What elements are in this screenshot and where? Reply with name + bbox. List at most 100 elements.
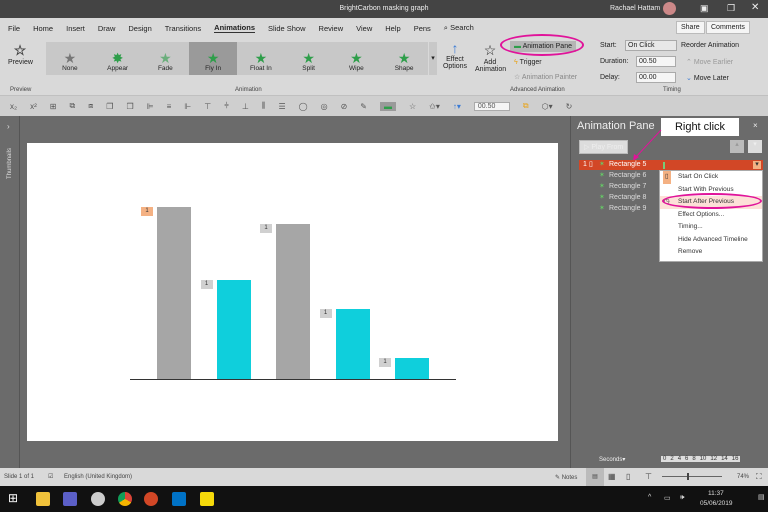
normal-view-icon[interactable]: ▤ bbox=[586, 468, 604, 486]
anim-split[interactable]: ★ Split bbox=[285, 42, 333, 75]
repeat-icon[interactable]: ↻ bbox=[566, 102, 573, 111]
anim-float-in[interactable]: ★ Float In bbox=[237, 42, 285, 75]
timeline-ruler[interactable]: 0 2 4 6 8 10 12 14 16 bbox=[661, 456, 741, 462]
anim-fly-in[interactable]: ★ Fly In bbox=[189, 42, 237, 75]
chart-bar[interactable] bbox=[216, 280, 251, 379]
teams-icon[interactable] bbox=[63, 492, 77, 506]
clock-date[interactable]: 05/06/2019 bbox=[700, 500, 733, 507]
notifications-icon[interactable]: ▤ bbox=[758, 493, 765, 501]
clock-time[interactable]: 11:37 bbox=[708, 490, 724, 497]
edit-points-icon[interactable]: ✎ bbox=[360, 102, 367, 111]
tab-draw[interactable]: Draw bbox=[98, 24, 116, 33]
duration-quick-input[interactable]: 00.50 bbox=[473, 101, 510, 111]
align-top-icon[interactable]: ⊤ bbox=[204, 102, 211, 111]
align-right-icon[interactable]: ⊩ bbox=[184, 102, 191, 111]
close-icon[interactable]: ✕ bbox=[751, 2, 759, 13]
move-up-button[interactable]: ▴ bbox=[730, 140, 744, 153]
shape-combine-icon[interactable]: ◎ bbox=[321, 102, 328, 111]
duration-input[interactable]: 00.50 bbox=[636, 56, 676, 67]
tab-transitions[interactable]: Transitions bbox=[165, 24, 201, 33]
anim-none[interactable]: ★ None bbox=[46, 42, 94, 75]
menu-hide-advanced-timeline[interactable]: Hide Advanced Timeline bbox=[660, 234, 762, 247]
move-earlier-button[interactable]: ⌃ Move Earlier bbox=[686, 58, 733, 66]
animation-tag[interactable]: 1 bbox=[200, 280, 213, 289]
superscript-icon[interactable]: x² bbox=[30, 102, 37, 111]
distribute-v-icon[interactable]: ☰ bbox=[278, 102, 285, 111]
align-left-icon[interactable]: ⊫ bbox=[147, 102, 154, 111]
animation-tag[interactable]: 1 bbox=[319, 309, 332, 318]
tab-help[interactable]: Help bbox=[385, 24, 400, 33]
zoom-slider-thumb[interactable] bbox=[687, 473, 689, 480]
delay-input[interactable]: 00.00 bbox=[636, 72, 676, 83]
tab-insert[interactable]: Insert bbox=[66, 24, 85, 33]
restore-icon[interactable]: ❐ bbox=[727, 3, 735, 14]
send-backward-icon[interactable]: ❒ bbox=[126, 102, 133, 111]
menu-timing[interactable]: Timing... bbox=[660, 221, 762, 234]
anim-fade[interactable]: ★ Fade bbox=[142, 42, 190, 75]
animation-tag[interactable]: 1 bbox=[141, 207, 153, 216]
arrow-up-icon[interactable]: ↑▾ bbox=[453, 102, 461, 111]
tab-pens[interactable]: Pens bbox=[414, 24, 431, 33]
tray-chevron-icon[interactable]: ^ bbox=[648, 494, 651, 501]
play-from-button[interactable]: ▷ Play From bbox=[579, 140, 629, 154]
align-middle-icon[interactable]: ⫩ bbox=[224, 101, 229, 111]
slide-canvas[interactable]: 1 1 1 1 1 bbox=[27, 143, 558, 441]
move-later-button[interactable]: ⌄ Move Later bbox=[686, 74, 729, 82]
seconds-dropdown[interactable]: Seconds▾ bbox=[599, 456, 625, 463]
expand-chevron-icon[interactable]: › bbox=[7, 122, 10, 131]
zoom-slider[interactable] bbox=[662, 476, 722, 477]
thumbnails-label[interactable]: Thumbnails bbox=[7, 135, 13, 179]
slide-sorter-icon[interactable]: ▦ bbox=[608, 472, 616, 481]
preview-button[interactable]: ☆ Preview bbox=[8, 42, 33, 66]
spellcheck-icon[interactable]: ☑ bbox=[48, 473, 53, 480]
tab-view[interactable]: View bbox=[356, 24, 372, 33]
align-center-icon[interactable]: ≡ bbox=[167, 102, 172, 111]
comments-button[interactable]: Comments bbox=[706, 21, 750, 34]
subscript-icon[interactable]: x₂ bbox=[10, 102, 17, 111]
gallery-more-button[interactable]: ▾ bbox=[429, 42, 437, 75]
item-dropdown-button[interactable]: ▾ bbox=[753, 161, 761, 169]
shape-union-icon[interactable]: ◯ bbox=[299, 102, 308, 111]
powerpoint-icon[interactable] bbox=[144, 492, 158, 506]
network-icon[interactable]: ▭ bbox=[664, 494, 671, 502]
menu-start-on-click[interactable]: ▯ Start On Click bbox=[660, 171, 762, 184]
animation-tag[interactable]: 1 bbox=[379, 358, 391, 367]
ribbon-display-icon[interactable]: ▣ bbox=[700, 3, 709, 14]
sticky-notes-icon[interactable] bbox=[200, 492, 214, 506]
tab-review[interactable]: Review bbox=[319, 24, 344, 33]
tab-animations[interactable]: Animations bbox=[214, 23, 255, 33]
chart-bar[interactable] bbox=[335, 309, 370, 379]
language[interactable]: English (United Kingdom) bbox=[64, 474, 132, 480]
menu-remove[interactable]: Remove bbox=[660, 246, 762, 259]
reading-view-icon[interactable]: ▯ bbox=[626, 472, 630, 481]
app-icon[interactable] bbox=[91, 492, 105, 506]
distribute-icon[interactable]: ⫼ bbox=[262, 101, 266, 111]
animation-pane-icon[interactable]: ▬ bbox=[379, 101, 396, 111]
align-bottom-icon[interactable]: ⊥ bbox=[242, 102, 249, 111]
volume-icon[interactable]: 🕪 bbox=[680, 494, 684, 502]
notes-button[interactable]: ✎ Notes bbox=[555, 474, 577, 481]
tab-slide-show[interactable]: Slide Show bbox=[268, 24, 306, 33]
avatar[interactable] bbox=[663, 2, 676, 15]
chrome-icon[interactable] bbox=[118, 492, 132, 506]
move-down-button[interactable]: ▾ bbox=[748, 140, 762, 153]
anim-shape[interactable]: ★ Shape bbox=[380, 42, 428, 75]
chart-bar[interactable] bbox=[276, 224, 310, 379]
zoom-level[interactable]: 74% bbox=[737, 474, 749, 480]
user-name[interactable]: Rachael Hattam bbox=[610, 5, 660, 12]
shape-icon[interactable]: ⬡▾ bbox=[542, 102, 553, 111]
tab-design[interactable]: Design bbox=[128, 24, 151, 33]
share-button[interactable]: Share bbox=[676, 21, 705, 34]
anim-appear[interactable]: ✸ Appear bbox=[94, 42, 142, 75]
group-icon[interactable]: ⧉ bbox=[69, 101, 75, 111]
tab-home[interactable]: Home bbox=[33, 24, 53, 33]
add-animation-icon[interactable]: ✩▾ bbox=[429, 102, 440, 111]
outlook-icon[interactable] bbox=[172, 492, 186, 506]
animation-painter-button[interactable]: ☆ Animation Painter bbox=[514, 73, 577, 81]
trigger-icon[interactable]: ⧉ bbox=[523, 101, 529, 111]
bring-forward-icon[interactable]: ❐ bbox=[106, 102, 113, 111]
start-select[interactable]: On Click bbox=[625, 40, 677, 51]
search-box[interactable]: ⌕ Search bbox=[444, 23, 474, 33]
ungroup-icon[interactable]: ⧈ bbox=[88, 101, 93, 111]
trigger-button[interactable]: ϟ Trigger bbox=[514, 59, 542, 66]
